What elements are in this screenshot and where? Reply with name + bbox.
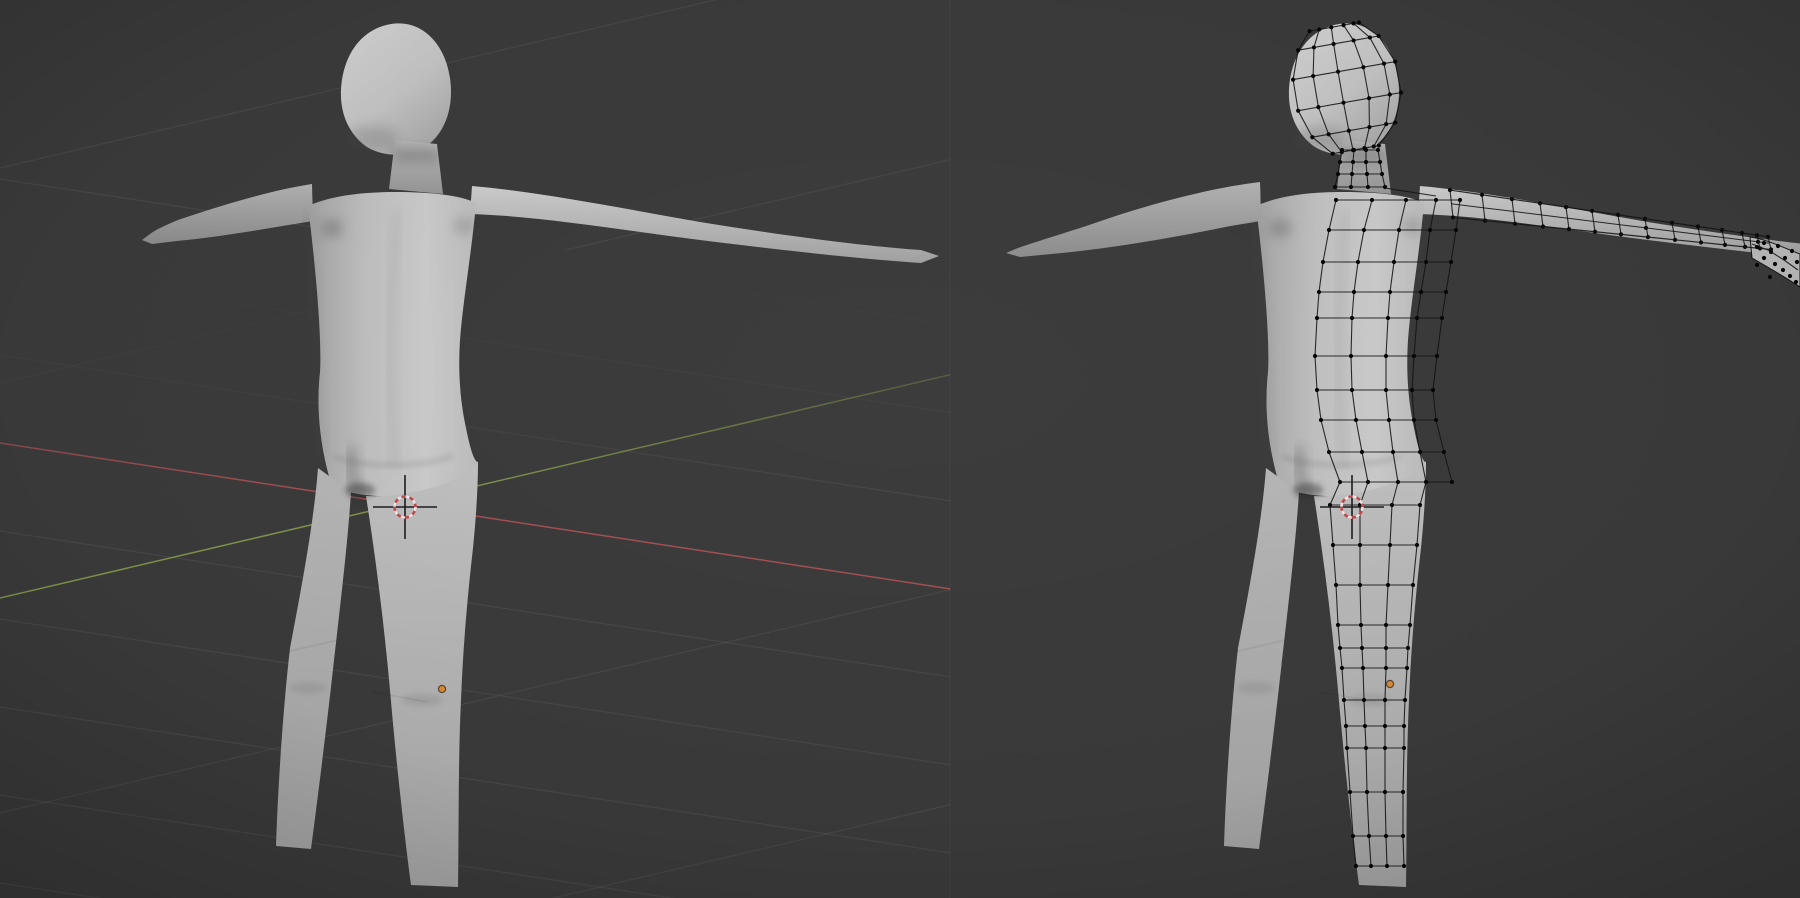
origin-dot-left [438,685,445,692]
viewport-split-screenshot [0,0,1800,898]
3d-viewport-canvas[interactable] [0,0,1800,898]
panel-seam [949,0,951,898]
origin-dot-right [1386,680,1393,687]
distance-fog [0,250,1800,490]
